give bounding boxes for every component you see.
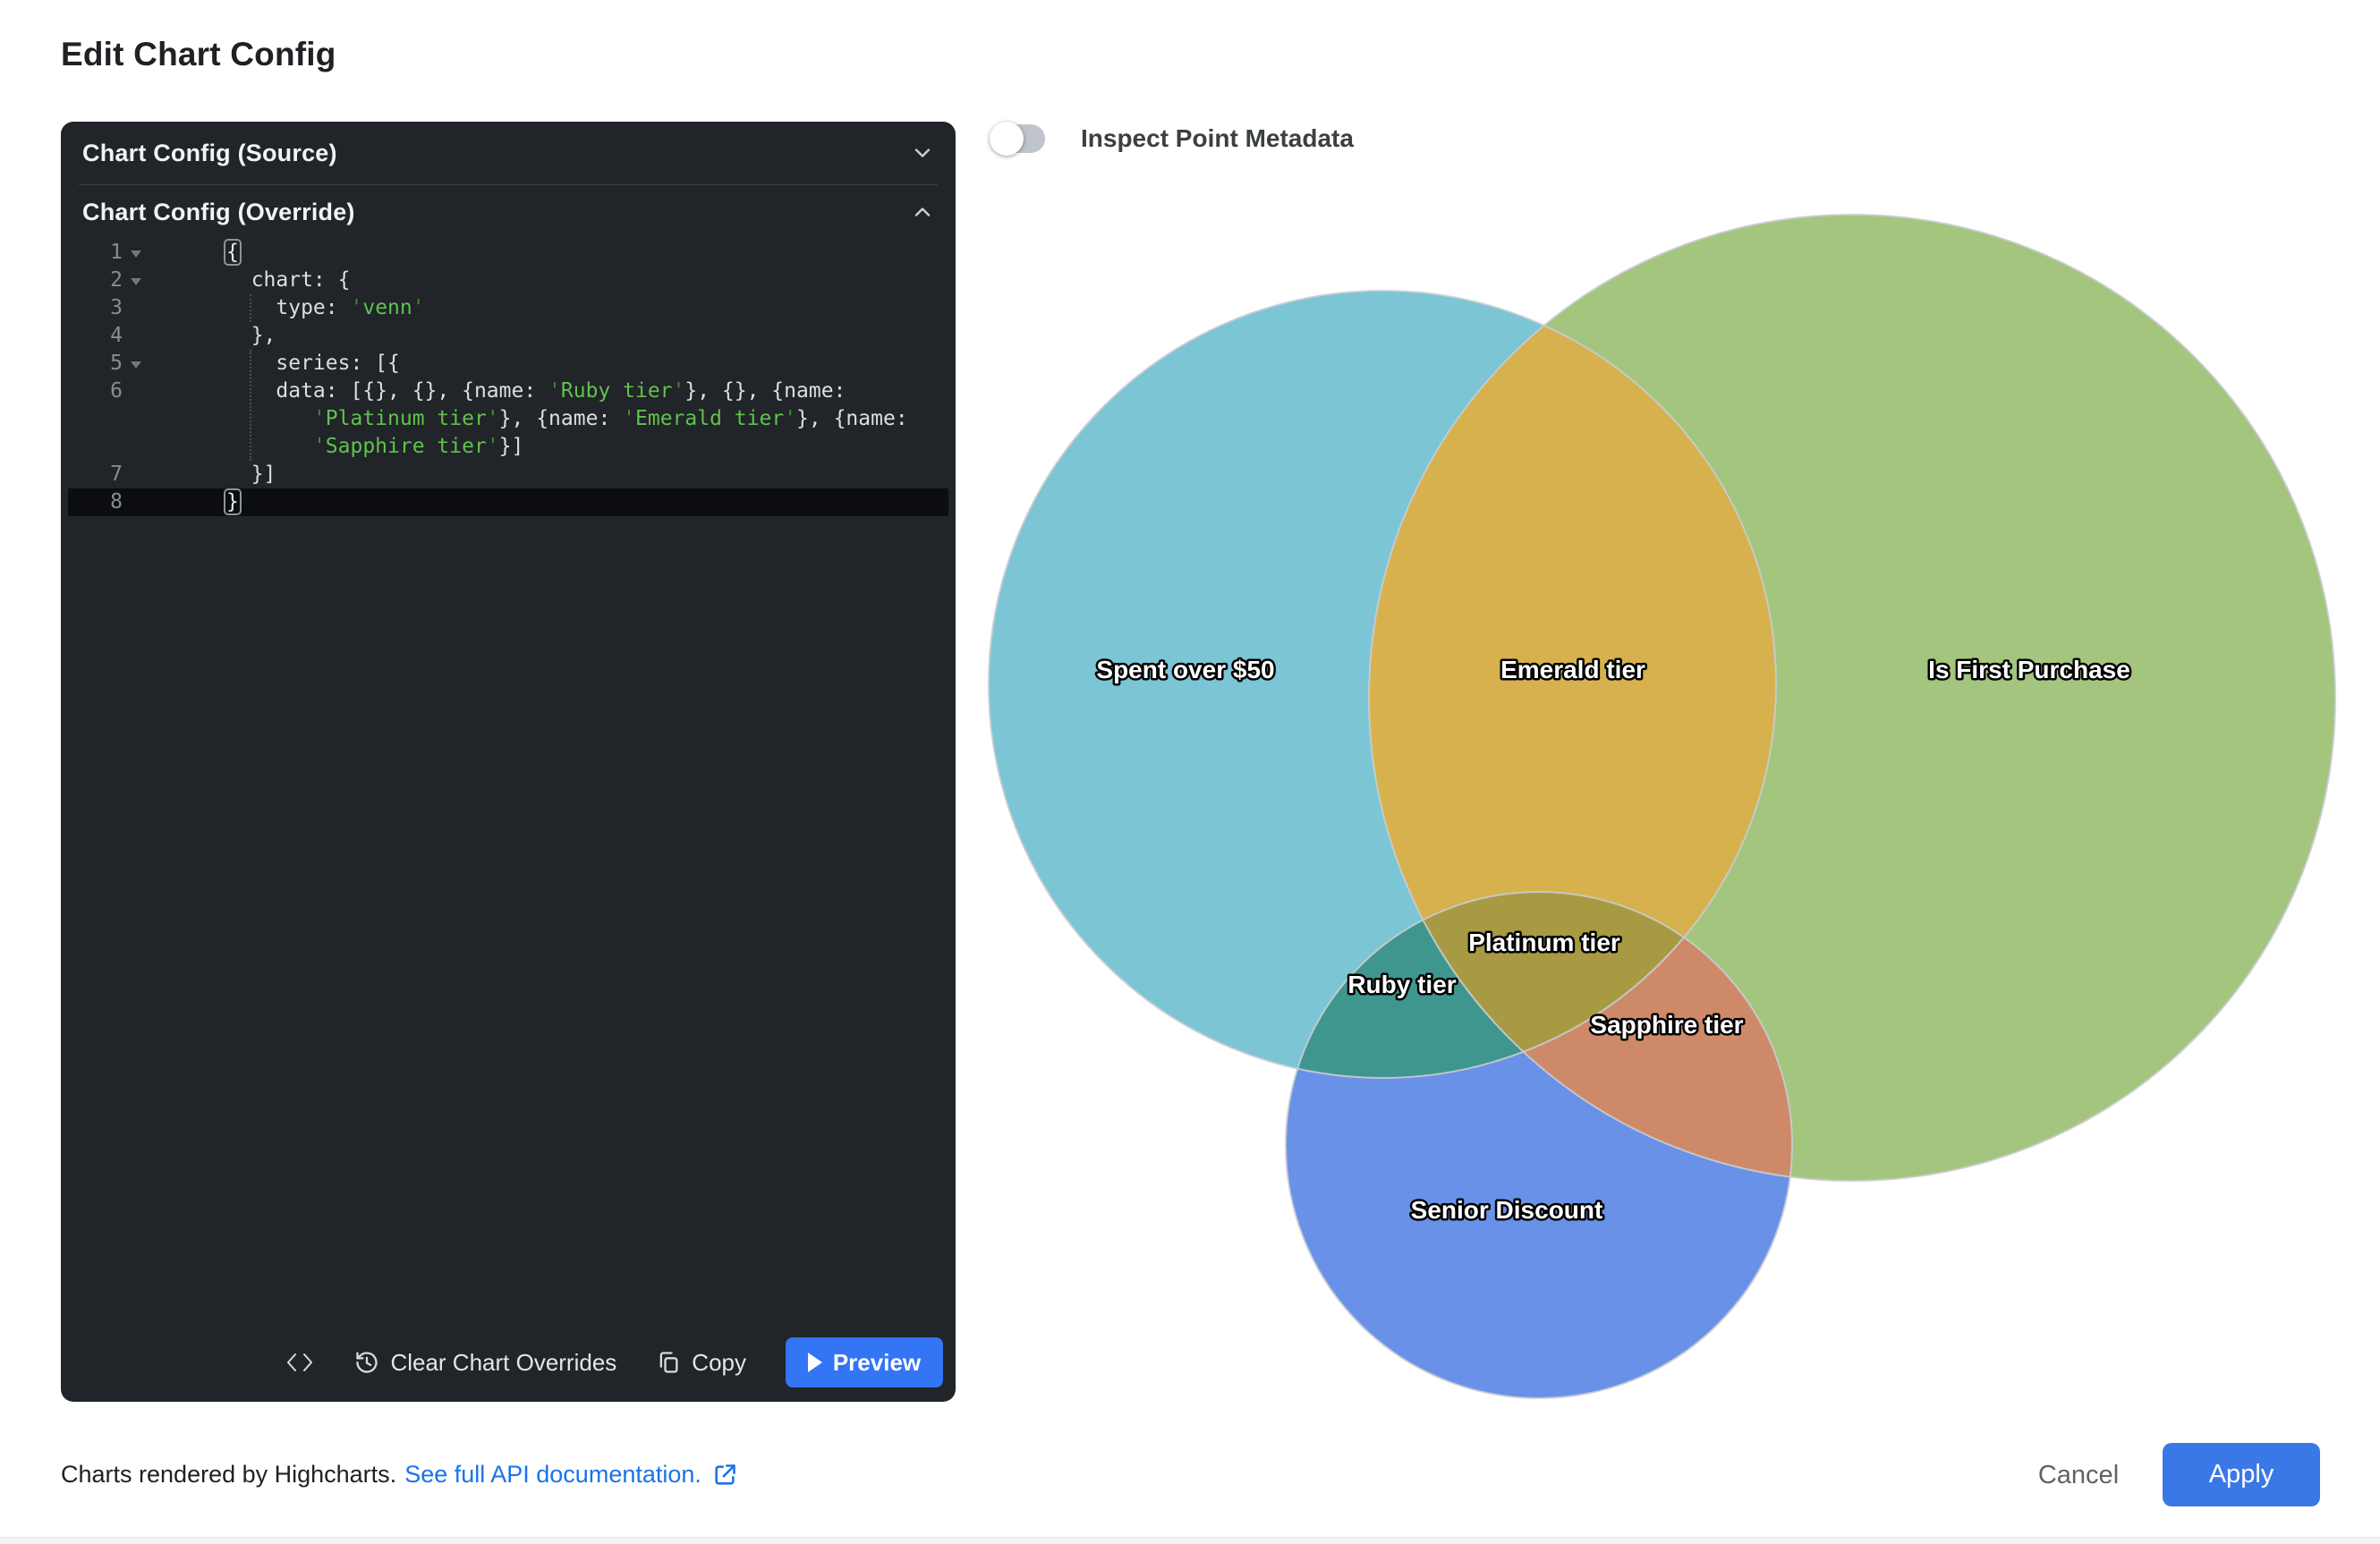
code-text: { xyxy=(226,239,239,267)
code-text: type: 'venn' xyxy=(226,294,425,322)
copy-icon xyxy=(656,1350,681,1375)
code-text: }] xyxy=(226,461,276,488)
code-icon xyxy=(285,1350,315,1375)
edit-chart-config-dialog: Edit Chart Config Chart Config (Source) … xyxy=(0,0,2380,1544)
fold-arrow-icon[interactable] xyxy=(131,361,141,369)
code-text: data: [{}, {}, {name: 'Ruby tier'}, {}, … xyxy=(226,378,846,405)
bottom-edge-strip xyxy=(0,1537,2380,1544)
highcharts-credit: Charts rendered by Highcharts. xyxy=(61,1461,396,1489)
copy-button[interactable]: Copy xyxy=(656,1349,746,1377)
api-documentation-link[interactable]: See full API documentation. xyxy=(404,1461,701,1489)
line-number: 6 xyxy=(61,378,123,405)
line-number: 8 xyxy=(61,488,123,516)
line-number: 7 xyxy=(61,461,123,488)
venn-label: Spent over $50 xyxy=(1096,656,1274,683)
code-line[interactable]: 4 }, xyxy=(61,322,956,350)
code-text: } xyxy=(226,488,239,516)
cancel-button[interactable]: Cancel xyxy=(2013,1447,2144,1503)
code-editor[interactable]: 1{2 chart: {3 type: 'venn'4 },5 series: … xyxy=(61,239,956,516)
fold-arrow-icon[interactable] xyxy=(131,278,141,285)
code-line[interactable]: 8} xyxy=(61,488,956,516)
editor-toolbar: Clear Chart Overrides Copy Preview xyxy=(61,1337,943,1387)
chevron-down-icon[interactable] xyxy=(911,141,934,165)
code-text: chart: { xyxy=(226,267,350,294)
code-line[interactable]: 'Platinum tier'}, {name: 'Emerald tier'}… xyxy=(61,405,956,433)
code-line[interactable]: 6 data: [{}, {}, {name: 'Ruby tier'}, {}… xyxy=(61,378,956,405)
code-text: series: [{ xyxy=(226,350,400,378)
venn-label: Is First Purchase xyxy=(1928,656,2130,683)
venn-chart[interactable]: Spent over $50 Is First Purchase Senior Di… xyxy=(984,197,2344,1449)
venn-label: Senior Discount xyxy=(1411,1196,1603,1224)
venn-label: Sapphire tier xyxy=(1590,1011,1743,1039)
toggle-track[interactable] xyxy=(993,124,1045,153)
code-text: }, xyxy=(226,322,276,350)
code-line[interactable]: 2 chart: { xyxy=(61,267,956,294)
clear-chart-overrides-label: Clear Chart Overrides xyxy=(390,1349,616,1377)
venn-label: Platinum tier xyxy=(1468,929,1620,956)
code-line[interactable]: 1{ xyxy=(61,239,956,267)
chart-config-source-header[interactable]: Chart Config (Source) xyxy=(61,122,956,184)
line-number: 1 xyxy=(61,239,123,267)
page-title: Edit Chart Config xyxy=(61,36,336,73)
clear-chart-overrides-button[interactable]: Clear Chart Overrides xyxy=(354,1349,616,1377)
venn-label: Ruby tier xyxy=(1347,971,1456,998)
history-icon xyxy=(354,1350,379,1375)
toggle-knob[interactable] xyxy=(990,122,1024,156)
apply-button[interactable]: Apply xyxy=(2163,1443,2320,1506)
line-number: 2 xyxy=(61,267,123,294)
override-header-label: Chart Config (Override) xyxy=(82,199,355,226)
line-number: 4 xyxy=(61,322,123,350)
inspect-point-metadata-label: Inspect Point Metadata xyxy=(1081,124,1354,153)
preview-label: Preview xyxy=(833,1349,921,1377)
chart-config-override-header[interactable]: Chart Config (Override) xyxy=(61,185,956,239)
footer-note: Charts rendered by Highcharts. See full … xyxy=(61,1461,737,1489)
preview-button[interactable]: Preview xyxy=(786,1337,943,1387)
code-line[interactable]: 3 type: 'venn' xyxy=(61,294,956,322)
chevron-up-icon[interactable] xyxy=(911,200,934,224)
line-number: 3 xyxy=(61,294,123,322)
code-line[interactable]: 5 series: [{ xyxy=(61,350,956,378)
chart-config-editor-panel: Chart Config (Source) Chart Config (Over… xyxy=(61,122,956,1402)
code-line[interactable]: 'Sapphire tier'}] xyxy=(61,433,956,461)
code-view-button[interactable] xyxy=(285,1350,315,1375)
inspect-point-metadata-toggle[interactable]: Inspect Point Metadata xyxy=(993,124,1354,153)
play-icon xyxy=(808,1353,822,1372)
fold-arrow-icon[interactable] xyxy=(131,250,141,258)
copy-label: Copy xyxy=(692,1349,746,1377)
line-number: 5 xyxy=(61,350,123,378)
venn-label: Emerald tier xyxy=(1500,656,1645,683)
source-header-label: Chart Config (Source) xyxy=(82,140,337,167)
external-link-icon[interactable] xyxy=(712,1463,737,1488)
code-line[interactable]: 7 }] xyxy=(61,461,956,488)
code-text: 'Sapphire tier'}] xyxy=(226,433,523,461)
code-text: 'Platinum tier'}, {name: 'Emerald tier'}… xyxy=(226,405,908,433)
